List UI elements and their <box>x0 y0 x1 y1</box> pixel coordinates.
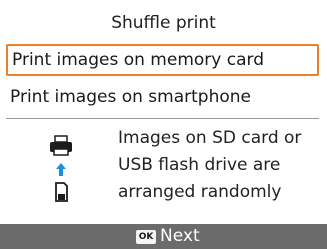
menu-item-print-smartphone[interactable]: Print images on smartphone <box>6 82 319 114</box>
footer-bar: OK Next <box>0 224 327 249</box>
up-arrow-icon <box>56 163 66 176</box>
info-icons <box>47 135 77 215</box>
printer-icon <box>50 135 72 156</box>
page-title: Shuffle print <box>111 13 216 33</box>
menu-item-label: Print images on smartphone <box>10 87 251 107</box>
ok-button-icon[interactable]: OK <box>136 230 156 244</box>
description-line: USB flash drive are <box>118 155 281 175</box>
menu-item-print-memory-card[interactable]: Print images on memory card <box>6 44 319 76</box>
shuffle-print-screen: Shuffle print Print images on memory car… <box>0 0 327 249</box>
divider <box>6 118 319 119</box>
description-line: Images on SD card or <box>118 128 302 148</box>
memory-card-icon <box>55 182 68 202</box>
description-line: arranged randomly <box>118 182 282 202</box>
info-description: Images on SD card or USB flash drive are… <box>118 125 323 206</box>
menu-item-label: Print images on memory card <box>12 50 264 70</box>
info-panel: Images on SD card or USB flash drive are… <box>0 121 327 217</box>
next-label: Next <box>160 226 200 246</box>
